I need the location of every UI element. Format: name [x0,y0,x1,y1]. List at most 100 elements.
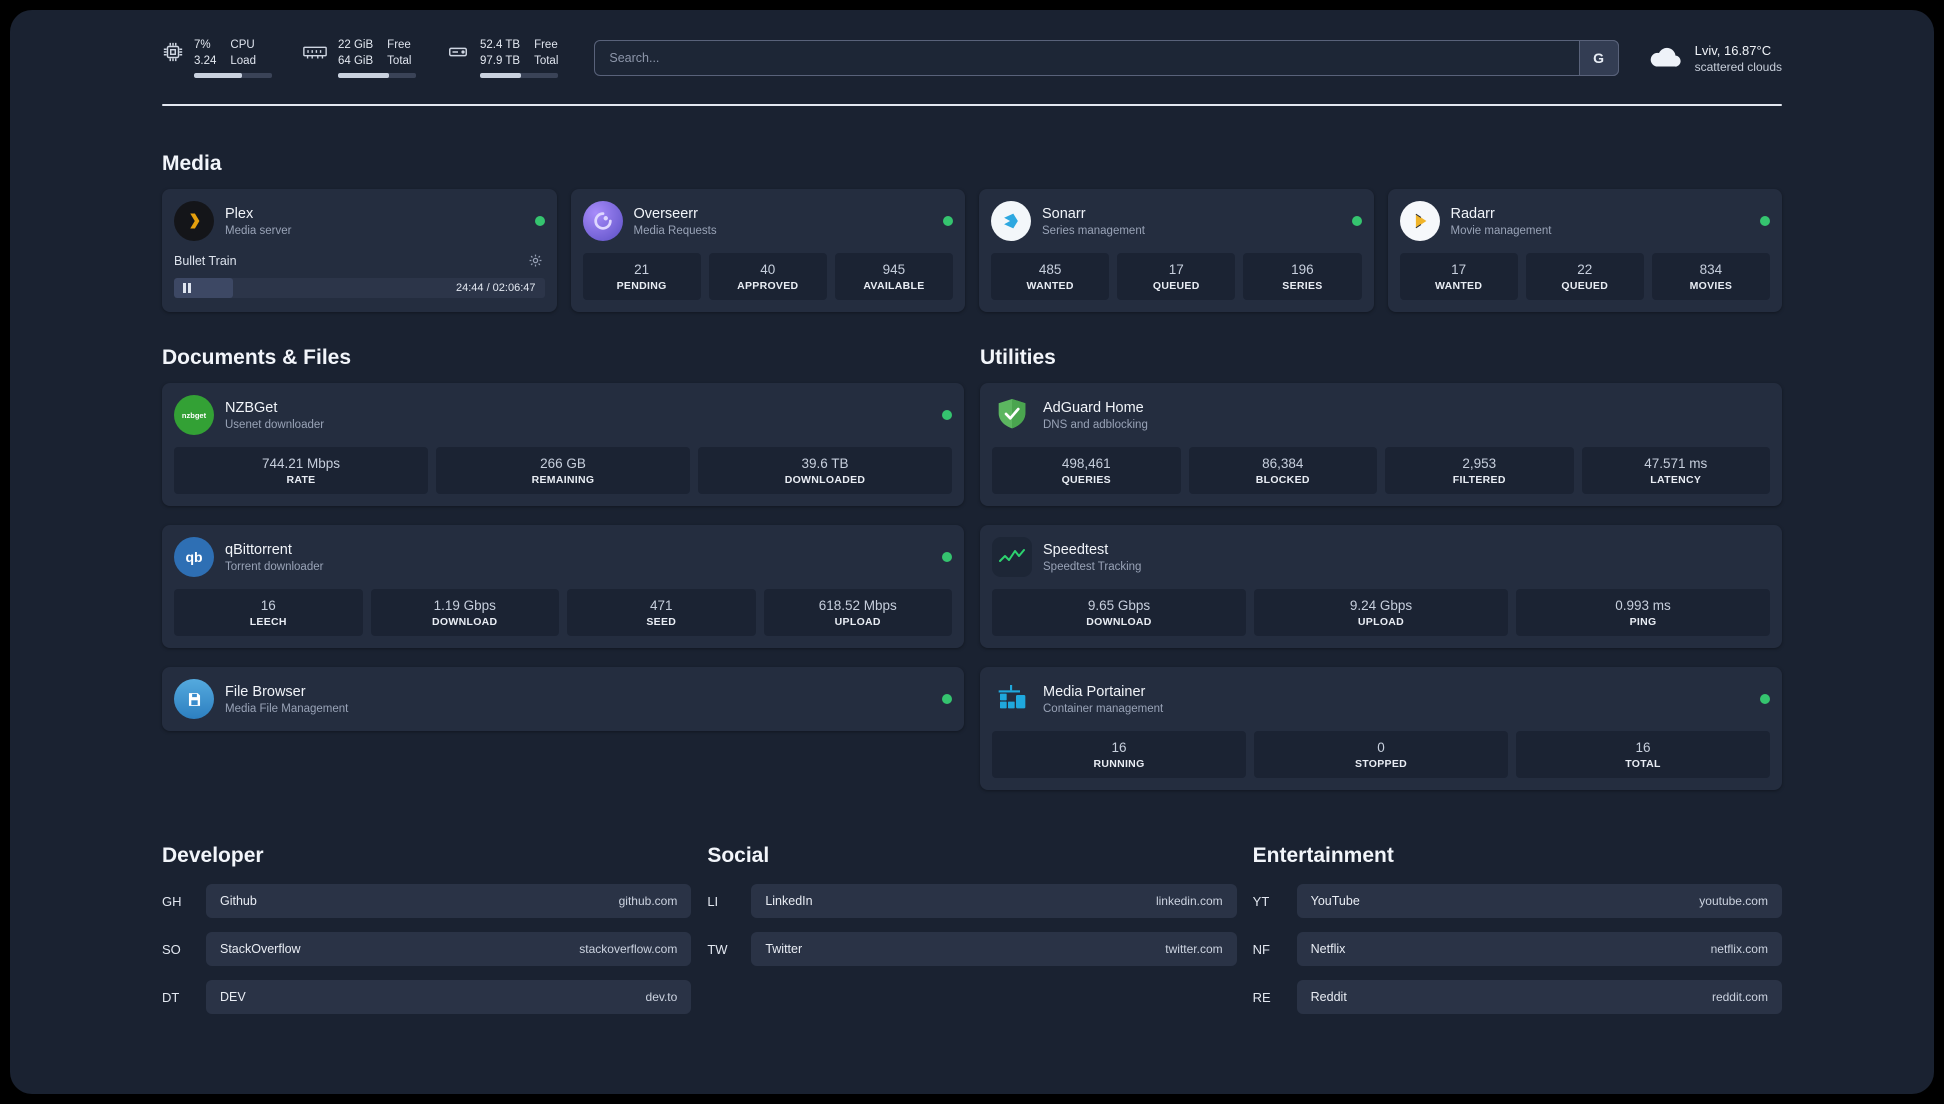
section-title-entertainment: Entertainment [1252,844,1394,867]
stat-value: 485 [1038,262,1062,277]
section-title-media: Media [162,152,222,175]
ram-bar [338,73,416,78]
section-title-social: Social [707,844,770,867]
stat-label: BLOCKED [1255,474,1310,486]
bookmark-url: netflix.com [1710,942,1768,956]
speedtest-icon [992,537,1032,577]
bookmark-linkedin[interactable]: LinkedIn linkedin.com [751,884,1237,918]
stat-label: STOPPED [1354,758,1408,770]
bookmark-youtube[interactable]: YouTube youtube.com [1296,884,1782,918]
bookmark-url: reddit.com [1711,990,1768,1004]
cpu-load: 3.24 [194,55,217,67]
bookmark-url: stackoverflow.com [579,942,678,956]
bookmark-group-entertainment: Entertainment YT YouTube youtube.com NF … [1253,844,1782,1028]
stat-tile: 16 TOTAL [1516,731,1770,778]
stat-tile: 485 WANTED [991,253,1110,300]
stat-tile: 17 QUEUED [1117,253,1236,300]
stat-tile: 2,953 FILTERED [1385,447,1574,494]
cpu-label-2: Load [230,55,256,67]
stat-label: TOTAL [1625,758,1661,770]
status-dot [1351,216,1362,226]
search-input[interactable] [594,40,1619,76]
disk-label-1: Free [534,39,558,51]
stat-label: UPLOAD [1357,616,1405,628]
stat-tile: 498,461 QUERIES [992,447,1181,494]
stat-label: PENDING [616,280,667,292]
stat-tile: 9.24 Gbps UPLOAD [1254,589,1508,636]
app-card-radarr[interactable]: Radarr Movie management 17 WANTED 22 QUE… [1387,189,1782,312]
pause-icon[interactable] [183,283,191,293]
app-card-sonarr[interactable]: Sonarr Series management 485 WANTED 17 Q… [979,189,1374,312]
bookmark-name: Github [220,894,257,908]
app-subtitle: Media Requests [633,224,717,237]
ram-label-2: Total [387,55,412,67]
bookmark-name: StackOverflow [220,942,301,956]
reddit-abbr-icon: RE [1252,989,1271,1005]
stat-value: 40 [760,262,776,277]
radarr-icon [1399,201,1440,241]
portainer-icon [992,679,1032,719]
bookmark-name: Reddit [1310,990,1347,1004]
app-card-plex[interactable]: Plex Media server Bullet Train 24:44 / 0… [162,189,557,312]
stat-tile: 945 AVAILABLE [834,253,954,300]
stat-label: AVAILABLE [863,280,925,292]
section-title-documents: Documents & Files [162,346,352,369]
bookmark-group-developer: Developer GH Github github.com SO StackO… [162,844,692,1028]
stat-tile: 39.6 TB DOWNLOADED [698,447,952,494]
stat-tile: 834 MOVIES [1651,253,1771,300]
stat-label: DOWNLOADED [784,474,866,486]
bookmark-github[interactable]: Github github.com [206,884,692,918]
dev-abbr-icon: DT [162,989,180,1005]
stat-label: APPROVED [737,280,799,292]
bookmark-stackoverflow[interactable]: StackOverflow stackoverflow.com [206,932,692,966]
plex-now-playing: Bullet Train 24:44 / 02:06:47 [174,251,545,298]
app-card-filebrowser[interactable]: File Browser Media File Management [162,667,964,731]
playback-time: 24:44 / 02:06:47 [455,282,536,294]
app-name: Radarr [1450,205,1495,222]
app-name: qBittorrent [225,541,292,558]
app-name: NZBGet [225,399,278,416]
bookmark-dev[interactable]: DEV dev.to [206,980,692,1014]
disk-bar [480,73,558,78]
app-subtitle: Series management [1042,224,1145,237]
topbar: 7% 3.24 CPU Load 22 GiB 64 GiB Free Tota… [162,10,1782,78]
netflix-abbr-icon: NF [1252,941,1270,957]
stat-tile: 196 SERIES [1243,253,1362,300]
ram-free: 22 GiB [338,39,374,51]
status-dot [942,552,952,562]
bookmark-name: DEV [220,990,246,1004]
stat-value: 16 [1635,740,1651,755]
bookmark-netflix[interactable]: Netflix netflix.com [1296,932,1782,966]
cpu-bar [194,73,272,78]
app-card-portainer[interactable]: Media Portainer Container management 16 … [980,667,1782,790]
linkedin-abbr-icon: LI [707,893,719,909]
app-card-qbittorrent[interactable]: qb qBittorrent Torrent downloader 16 LEE… [162,525,964,648]
stat-value: 471 [649,598,673,613]
bookmark-url: dev.to [645,990,678,1004]
app-card-speedtest[interactable]: Speedtest Speedtest Tracking 9.65 Gbps D… [980,525,1782,648]
app-name: Speedtest [1043,541,1109,558]
weather-location: Lviv, 16.87°C [1694,42,1772,58]
overseerr-icon [582,201,623,241]
app-card-overseerr[interactable]: Overseerr Media Requests 21 PENDING 40 A… [570,189,965,312]
stat-tile: 22 QUEUED [1525,253,1644,300]
search-engine-button[interactable]: G [1578,40,1619,76]
stat-value: 16 [260,598,276,613]
stat-value: 17 [1168,262,1184,277]
bookmark-reddit[interactable]: Reddit reddit.com [1296,980,1782,1014]
stat-value: 196 [1291,262,1314,277]
app-subtitle: Usenet downloader [225,418,325,431]
status-dot [534,216,545,226]
playback-progress-bar[interactable]: 24:44 / 02:06:47 [174,278,545,298]
stat-value: 16 [1111,740,1127,755]
bookmark-name: YouTube [1310,894,1360,908]
stat-label: REMAINING [531,474,595,486]
app-card-adguard[interactable]: AdGuard Home DNS and adblocking 498,461 … [980,383,1782,506]
stat-value: 22 [1577,262,1593,277]
disk-total: 97.9 TB [480,55,521,67]
player-settings-button[interactable] [526,251,545,270]
app-card-nzbget[interactable]: nzbget NZBGet Usenet downloader 744.21 M… [162,383,964,506]
filebrowser-icon [174,679,214,719]
bookmark-twitter[interactable]: Twitter twitter.com [751,932,1237,966]
stat-value: 266 GB [540,456,586,471]
